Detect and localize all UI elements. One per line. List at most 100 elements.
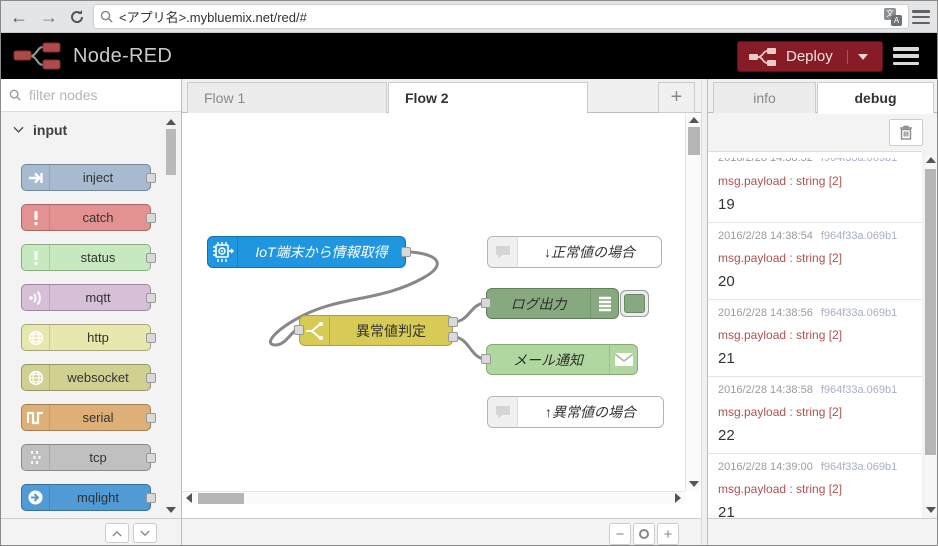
back-button[interactable]: ← [7,5,31,29]
collapse-all-button[interactable] [105,523,129,543]
output-port[interactable] [146,213,156,223]
address-bar[interactable]: <アプリ名>.mybluemix.net/red/# 文A [93,4,909,29]
palette-node-tcp[interactable]: tcp [21,444,156,471]
message-payload-type[interactable]: msg.payload : string [2] [718,482,912,497]
scroll-down-icon[interactable] [926,507,936,513]
deploy-options-button[interactable] [846,49,868,64]
output-port[interactable] [401,247,411,257]
canvas-horizontal-scrollbar[interactable] [182,491,685,504]
message-value: 21 [718,504,735,518]
node-mail[interactable]: メール通知 [486,344,638,375]
node-label: ログ出力 [510,295,567,312]
palette-node-label: serial [82,410,114,425]
palette-category-input[interactable]: input [1,112,181,148]
output-port[interactable] [146,373,156,383]
scroll-up-icon[interactable] [166,119,176,125]
reload-button[interactable] [65,5,89,29]
scrollbar-thumb[interactable] [925,169,936,455]
tab-flow1[interactable]: Flow 1 [187,82,387,114]
debug-scrollbar[interactable] [925,155,936,515]
binary-icon [22,445,50,470]
tab-debug[interactable]: debug [817,82,934,114]
debug-message: 2016/2/28 14:38:52 f964f33a.069b1 msg.payl… [708,152,922,223]
scroll-down-icon[interactable] [689,481,699,487]
palette-node-label: mqtt [85,290,111,305]
message-payload-type[interactable]: msg.payload : string [2] [718,251,912,266]
message-payload-type[interactable]: msg.payload : string [2] [718,405,912,420]
message-value: 21 [718,350,735,367]
palette-node-status[interactable]: status [21,244,156,271]
node-switch[interactable]: 異常値判定 [299,315,453,346]
message-value: 19 [718,196,735,213]
tab-info[interactable]: info [713,82,816,114]
translate-icon[interactable]: 文A [884,7,902,26]
circle-icon [639,529,649,539]
zoom-reset-button[interactable] [633,523,655,545]
scroll-right-icon[interactable] [675,493,681,503]
browser-menu-button[interactable] [911,8,931,26]
deploy-button[interactable]: Deploy [737,41,883,72]
forward-button[interactable]: → [37,5,61,29]
output-port[interactable] [146,413,156,423]
node-red-logo-icon [13,42,61,70]
output-port[interactable] [146,453,156,463]
add-flow-button[interactable]: + [658,82,695,113]
sidebar-splitter[interactable] [701,79,708,545]
palette-node-inject[interactable]: inject [21,164,156,191]
scroll-up-icon[interactable] [689,117,699,123]
zoom-out-button[interactable]: − [609,523,631,545]
output-port-1[interactable] [448,317,458,327]
output-port[interactable] [146,293,156,303]
node-comment-abnormal[interactable]: ↑異常値の場合 [487,396,664,428]
tab-label: info [753,90,776,106]
flow-canvas[interactable]: IoT端末から情報取得 異常値判定 ↓正常値の場合 ログ出力 メール通知 ↑異常… [182,113,701,504]
node-comment-normal[interactable]: ↓正常値の場合 [487,236,662,268]
node-red-logo: Node-RED [13,41,172,71]
palette-node-serial[interactable]: serial [21,404,156,431]
scrollbar-thumb[interactable] [688,127,700,155]
node-iot-input[interactable]: IoT端末から情報取得 [207,236,406,268]
message-payload-type[interactable]: msg.payload : string [2] [718,328,912,343]
message-payload-type[interactable]: msg.payload : string [2] [718,174,912,189]
squarewave-icon [22,405,50,430]
scrollbar-thumb[interactable] [198,493,244,504]
scroll-down-icon[interactable] [166,507,176,513]
scrollbar-thumb[interactable] [166,129,176,175]
debug-toggle-button[interactable] [620,290,649,317]
arrow-right-icon [22,165,50,190]
palette-scrollbar[interactable] [166,119,176,515]
palette-node-http[interactable]: http [21,324,156,351]
input-port[interactable] [481,354,491,364]
zoom-in-button[interactable]: + [657,523,679,545]
output-port[interactable] [146,253,156,263]
output-port[interactable] [146,493,156,503]
chip-icon [208,237,238,267]
main-menu-button[interactable] [893,47,919,65]
output-port[interactable] [146,173,156,183]
canvas-vertical-scrollbar[interactable] [685,113,701,491]
message-meta: 2016/2/28 14:38:54 f964f33a.069b1 [718,229,912,244]
node-debug-log[interactable]: ログ出力 [486,288,619,319]
palette-node-catch[interactable]: catch [21,204,156,231]
scroll-left-icon[interactable] [186,493,192,503]
palette-node-websocket[interactable]: websocket [21,364,156,391]
palette-node-mqtt[interactable]: mqtt [21,284,156,311]
tab-flow2[interactable]: Flow 2 [388,82,588,114]
scroll-up-icon[interactable] [926,157,936,163]
sidebar-tabbar: info debug [708,79,937,114]
input-port[interactable] [294,325,304,335]
url-text[interactable]: <アプリ名>.mybluemix.net/red/# [119,7,884,26]
sidebar-footer [708,518,937,545]
palette-node-mqlight[interactable]: mqlight [21,484,156,511]
output-port-2[interactable] [448,332,458,342]
output-port[interactable] [146,333,156,343]
input-port[interactable] [481,298,491,308]
comment-icon [488,237,518,267]
expand-all-button[interactable] [133,523,157,543]
clear-debug-button[interactable] [889,119,923,146]
filter-nodes-input[interactable] [27,86,157,104]
arrow-circle-icon [22,485,50,510]
tab-label: Flow 1 [204,90,246,106]
message-timestamp: 2016/2/28 14:38:56 [718,307,813,319]
palette-search-box[interactable] [1,79,181,112]
